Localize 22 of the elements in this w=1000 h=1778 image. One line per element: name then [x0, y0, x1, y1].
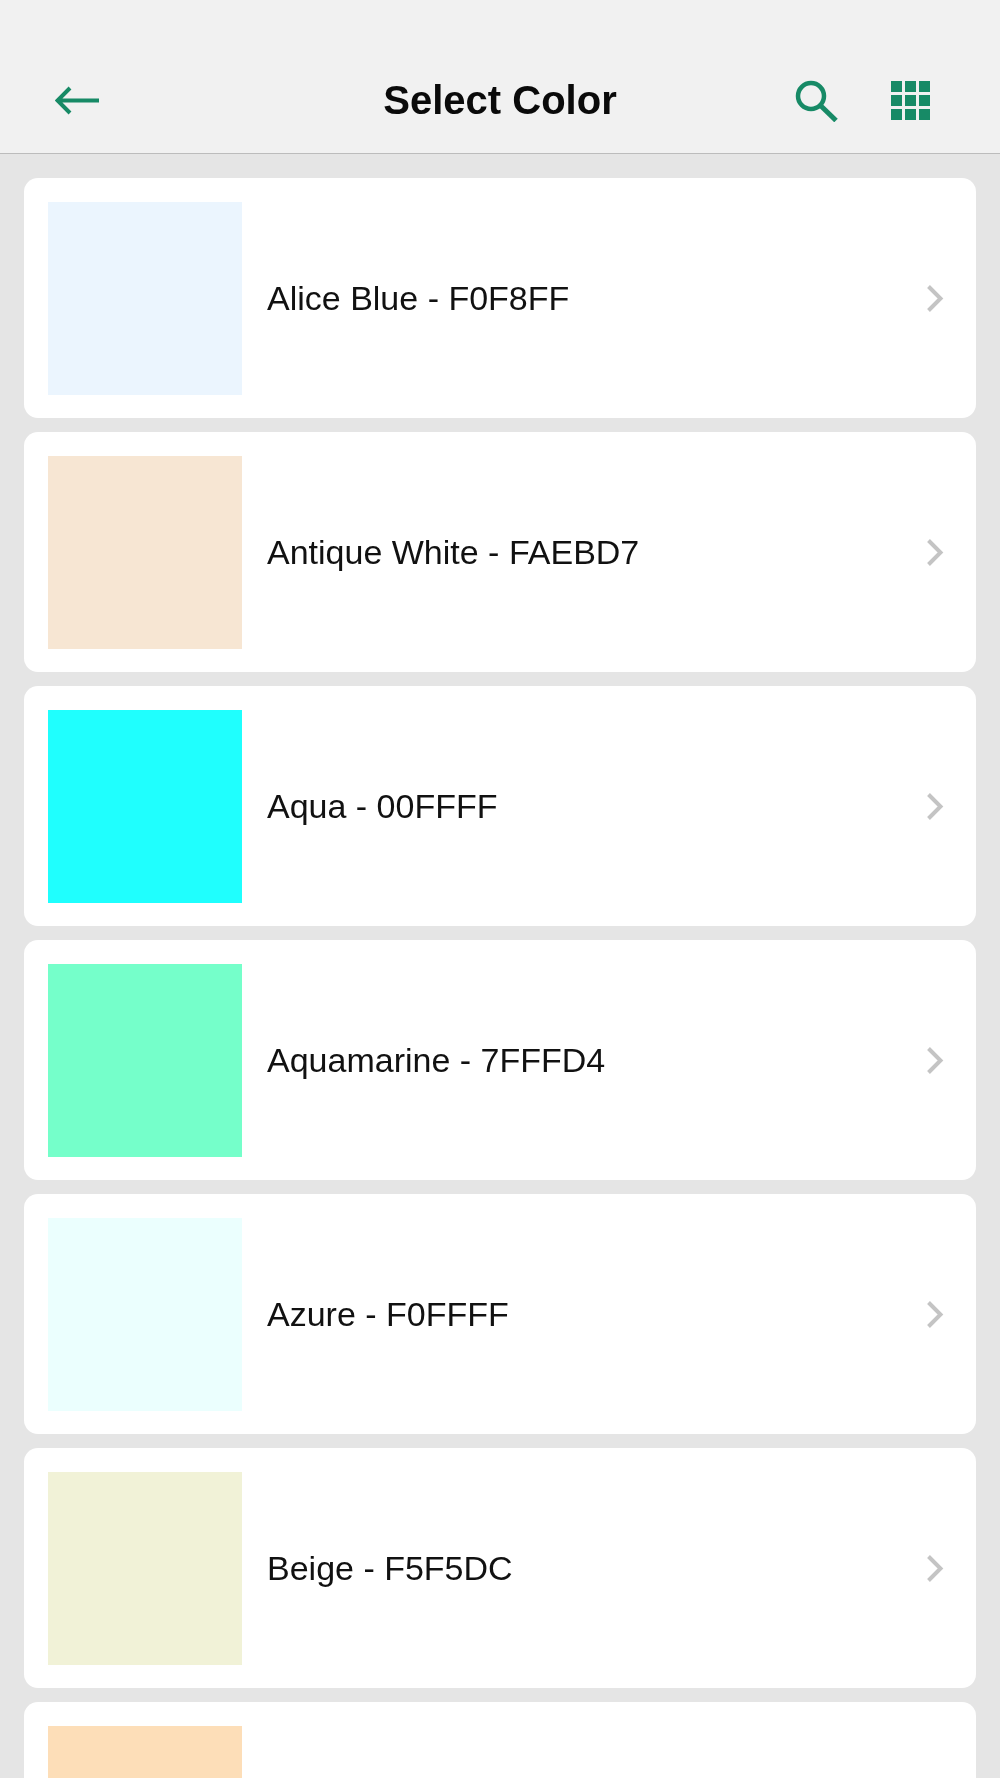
color-row[interactable]: Aquamarine - 7FFFD4 — [24, 940, 976, 1180]
chevron-right-icon — [926, 1046, 944, 1075]
chevron-right-icon — [926, 1554, 944, 1583]
color-row[interactable]: Aqua - 00FFFF — [24, 686, 976, 926]
chevron-right-icon — [926, 538, 944, 567]
color-row[interactable]: Beige - F5F5DC — [24, 1448, 976, 1688]
screen-title: Select Color — [383, 78, 617, 123]
color-row[interactable]: Alice Blue - F0F8FF — [24, 178, 976, 418]
color-row[interactable]: Antique White - FAEBD7 — [24, 432, 976, 672]
chevron-right-icon — [926, 284, 944, 313]
search-icon[interactable] — [795, 79, 838, 122]
color-label: Aquamarine - 7FFFD4 — [267, 1041, 607, 1080]
color-label: Antique White - FAEBD7 — [267, 533, 641, 572]
color-label: Aqua - 00FFFF — [267, 787, 499, 826]
color-label: Alice Blue - F0F8FF — [267, 279, 571, 318]
color-label: Azure - F0FFFF — [267, 1295, 510, 1334]
chevron-right-icon — [926, 792, 944, 821]
chevron-right-icon — [926, 1300, 944, 1329]
color-row[interactable]: Azure - F0FFFF — [24, 1194, 976, 1434]
color-label: Beige - F5F5DC — [267, 1549, 514, 1588]
back-arrow-icon[interactable] — [55, 86, 100, 115]
grid-view-icon[interactable] — [891, 81, 930, 120]
